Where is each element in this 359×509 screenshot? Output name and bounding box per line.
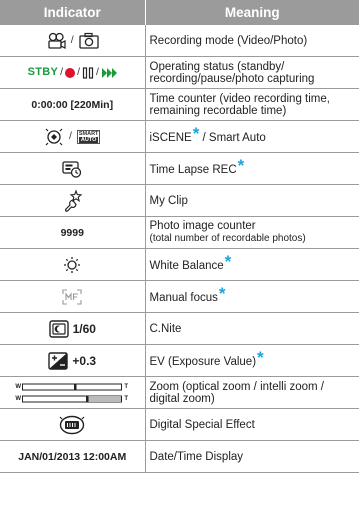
table-row: 1/60 C.Nite xyxy=(0,312,359,345)
pause-icon xyxy=(82,67,94,79)
table-row: / Recording mode (Video/Photo) xyxy=(0,25,359,57)
meaning-text: Time Lapse REC xyxy=(149,164,237,176)
table-header-row: Indicator Meaning xyxy=(0,0,359,25)
photo-capture-icon xyxy=(101,67,117,78)
indicator-cell: STBY / / / xyxy=(0,56,146,89)
table-row: Time Lapse REC* xyxy=(0,152,359,185)
table-row: 9999 Photo image counter (total number o… xyxy=(0,216,359,249)
photo-counter-value: 9999 xyxy=(0,216,146,249)
c-nite-icon xyxy=(48,319,69,338)
meaning-text: Photo image counter xyxy=(149,220,256,232)
meaning-cell: Manual focus* xyxy=(145,280,359,313)
meaning-text: Manual focus xyxy=(149,292,218,304)
zoom-t-label: T xyxy=(124,395,129,402)
header-meaning: Meaning xyxy=(144,0,359,25)
indicator-cell xyxy=(0,408,146,441)
smart-label: SMART xyxy=(78,130,99,137)
meaning-cell: Recording mode (Video/Photo) xyxy=(145,25,359,57)
indicator-cell xyxy=(0,248,146,281)
date-time-value: JAN/01/2013 12:00AM xyxy=(0,440,146,473)
star-mark: * xyxy=(218,284,226,303)
indicator-cell xyxy=(0,280,146,313)
my-clip-icon xyxy=(65,188,83,212)
meaning-text: EV (Exposure Value) xyxy=(149,356,257,368)
meaning-suffix: / Smart Auto xyxy=(202,132,266,144)
table-row: Manual focus* xyxy=(0,280,359,313)
zoom-bar xyxy=(22,395,123,402)
ev-icon xyxy=(48,351,69,370)
zoom-bar-icon: W T xyxy=(0,381,145,393)
zoom-bar xyxy=(22,383,123,390)
indicator-cell: W T W T xyxy=(0,376,146,409)
time-lapse-icon xyxy=(62,160,82,178)
meaning-cell: Time Lapse REC* xyxy=(145,152,359,185)
meaning-cell: Time counter (video recording time, rema… xyxy=(145,88,359,121)
table-row: JAN/01/2013 12:00AM Date/Time Display xyxy=(0,440,359,473)
zoom-t-label: T xyxy=(124,383,129,390)
standby-label: STBY xyxy=(27,66,59,79)
white-balance-icon xyxy=(64,256,81,273)
zoom-w-label: W xyxy=(15,383,22,390)
zoom-bar-icon: W T xyxy=(0,393,145,405)
smart-auto-icon: SMART AUTO xyxy=(76,129,101,144)
meaning-cell: Zoom (optical zoom / intelli zoom / digi… xyxy=(145,376,359,409)
table-row: / SMART AUTO iSCENE* / Smart Auto xyxy=(0,120,359,153)
indicator-cell: / xyxy=(0,25,146,57)
meaning-cell: EV (Exposure Value)* xyxy=(145,344,359,377)
star-mark: * xyxy=(224,252,232,271)
manual-focus-icon xyxy=(62,288,82,305)
star-mark: * xyxy=(192,124,200,143)
table-row: +0.3 EV (Exposure Value)* xyxy=(0,344,359,377)
auto-label: AUTO xyxy=(78,136,99,143)
header-indicator: Indicator xyxy=(0,0,145,25)
zoom-w-label: W xyxy=(15,395,22,402)
indicator-cell: 1/60 xyxy=(0,312,146,345)
meaning-text: White Balance xyxy=(149,260,224,272)
meaning-cell: White Balance* xyxy=(145,248,359,281)
table-row: White Balance* xyxy=(0,248,359,281)
indicator-cell: +0.3 xyxy=(0,344,146,377)
time-counter-value: 0:00:00 [220Min] xyxy=(0,88,146,121)
video-mode-icon xyxy=(48,32,66,49)
indicator-cell xyxy=(0,152,146,185)
star-mark: * xyxy=(257,348,264,367)
meaning-cell: C.Nite xyxy=(145,312,359,345)
meaning-subtext: (total number of recordable photos) xyxy=(149,233,306,244)
record-dot-icon xyxy=(65,67,76,78)
star-mark: * xyxy=(237,156,245,175)
indicator-cell: / SMART AUTO xyxy=(0,120,146,153)
meaning-text: iSCENE xyxy=(149,132,192,144)
meaning-cell: Operating status (standby/ recording/pau… xyxy=(145,56,359,89)
meaning-cell: Digital Special Effect xyxy=(145,408,359,441)
meaning-cell: iSCENE* / Smart Auto xyxy=(145,120,359,153)
table-row: W T W T Zoom (optical zoom / intelli zoo… xyxy=(0,376,359,409)
iscene-icon xyxy=(45,128,63,145)
meaning-cell: Photo image counter (total number of rec… xyxy=(145,216,359,249)
meaning-cell: My Clip xyxy=(145,184,359,217)
ev-value: +0.3 xyxy=(72,353,97,368)
photo-mode-icon xyxy=(78,32,99,49)
table-row: STBY / / / Operating status (standby/ reco… xyxy=(0,56,359,89)
table-row: My Clip xyxy=(0,184,359,217)
indicator-table: Indicator Meaning / Recording mode (Vide… xyxy=(0,0,359,473)
shutter-speed-value: 1/60 xyxy=(72,321,96,336)
table-row: 0:00:00 [220Min] Time counter (video rec… xyxy=(0,88,359,121)
digital-effect-icon xyxy=(59,415,85,434)
meaning-cell: Date/Time Display xyxy=(145,440,359,473)
table-row: Digital Special Effect xyxy=(0,408,359,441)
indicator-cell xyxy=(0,184,146,217)
